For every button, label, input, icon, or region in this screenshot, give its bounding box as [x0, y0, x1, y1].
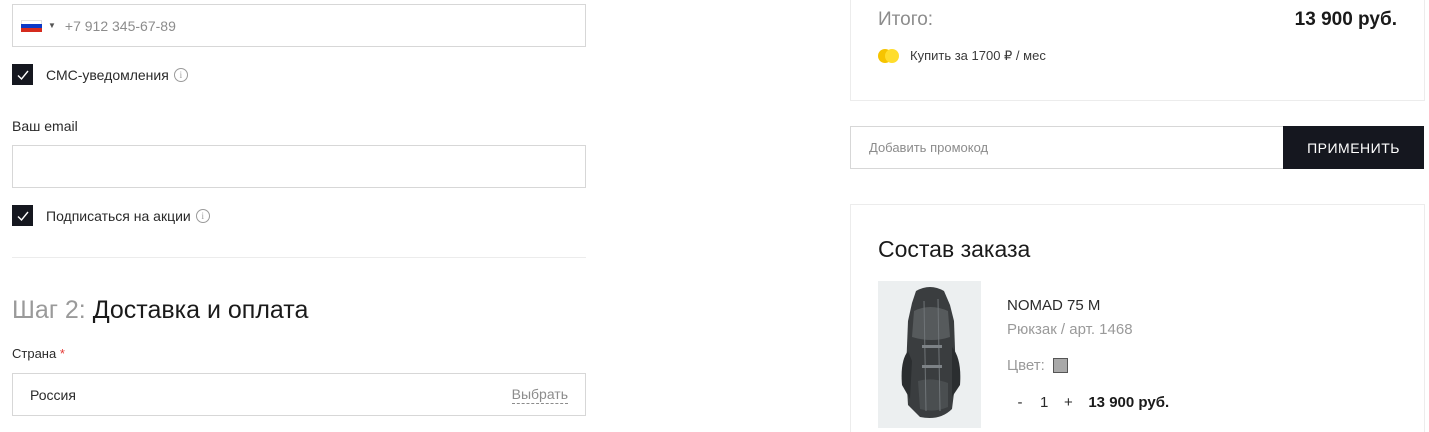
promo-placeholder: Добавить промокод — [869, 140, 989, 155]
country-label: Страна * — [12, 346, 65, 361]
item-price: 13 900 руб. — [1088, 394, 1170, 411]
step-number: Шаг 2: — [12, 296, 86, 324]
total-label: Итого: — [878, 9, 934, 30]
info-icon[interactable]: i — [195, 208, 210, 223]
color-swatch — [1052, 358, 1068, 373]
product-subtitle: Рюкзак / арт. 1468 — [1007, 321, 1133, 338]
subscribe-checkbox[interactable] — [12, 205, 33, 226]
order-card: Состав заказа NOMAD 75 M Рюкзак / арт. 1… — [850, 204, 1425, 432]
product-color: Цвет: — [1007, 357, 1068, 374]
country-field[interactable]: Россия Выбрать — [12, 373, 586, 416]
order-title: Состав заказа — [878, 236, 1031, 262]
caret-down-icon[interactable]: ▼ — [48, 21, 56, 30]
increase-quantity-button[interactable]: + — [1062, 394, 1074, 411]
subscribe-label: Подписаться на акции — [46, 207, 191, 224]
country-label-text: Страна — [12, 346, 57, 361]
promo-code-input[interactable]: Добавить промокод — [850, 126, 1284, 169]
sms-notifications-option[interactable]: СМС-уведомления i — [12, 64, 188, 85]
sms-checkbox[interactable] — [12, 64, 33, 85]
quantity-value: 1 — [1040, 394, 1049, 411]
product-image[interactable] — [878, 281, 981, 428]
checkmark-icon — [17, 70, 29, 80]
backpack-image — [878, 281, 981, 428]
email-field[interactable] — [12, 145, 586, 188]
required-mark: * — [59, 346, 65, 361]
total-value: 13 900 руб. — [1294, 9, 1397, 30]
subscribe-option[interactable]: Подписаться на акции i — [12, 205, 210, 226]
section-divider — [12, 257, 586, 258]
country-value: Россия — [30, 386, 76, 403]
total-card: Итого: 13 900 руб. Купить за 1700 ₽ / ме… — [850, 0, 1425, 101]
email-label: Ваш email — [12, 118, 78, 134]
info-icon[interactable]: i — [173, 67, 188, 82]
russia-flag-icon[interactable] — [21, 19, 42, 32]
installment-coin-icon — [878, 48, 900, 64]
quantity-stepper: - 1 + 13 900 руб. — [1014, 394, 1170, 411]
color-label: Цвет: — [1007, 357, 1045, 374]
phone-input[interactable]: ▼ +7 912 345-67-89 — [12, 4, 586, 47]
phone-value: +7 912 345-67-89 — [64, 17, 176, 34]
product-name[interactable]: NOMAD 75 M — [1007, 297, 1100, 314]
step-name: Доставка и оплата — [92, 296, 309, 324]
installment-link[interactable]: Купить за 1700 ₽ / мес — [878, 48, 1046, 64]
installment-text: Купить за 1700 ₽ / мес — [910, 48, 1046, 63]
sms-label: СМС-уведомления — [46, 66, 169, 83]
apply-promo-button[interactable]: ПРИМЕНИТЬ — [1283, 126, 1424, 169]
choose-country-link[interactable]: Выбрать — [511, 386, 568, 404]
step-title: Шаг 2: Доставка и оплата — [12, 296, 308, 325]
checkmark-icon — [17, 211, 29, 221]
decrease-quantity-button[interactable]: - — [1014, 394, 1026, 411]
